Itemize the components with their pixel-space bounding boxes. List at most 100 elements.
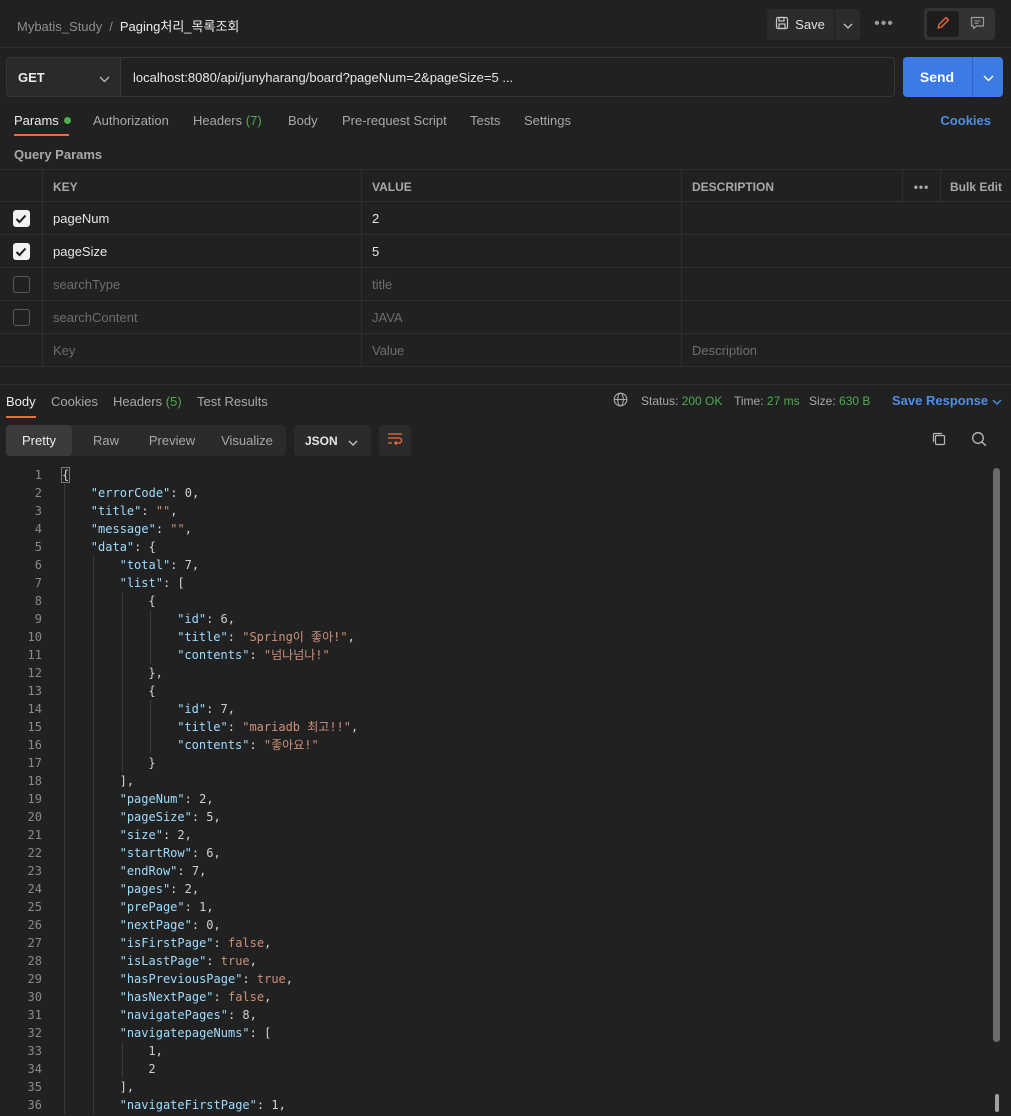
code-line: 36 "navigateFirstPage": 1, [0, 1096, 990, 1114]
tab-pre-request-script[interactable]: Pre-request Script [342, 113, 447, 128]
breadcrumb-separator: / [109, 19, 113, 34]
code-text: "total": 7, [119, 558, 200, 572]
code-text: "pages": 2, [119, 882, 200, 896]
param-description[interactable] [681, 235, 902, 268]
column-options-button[interactable]: ••• [902, 170, 940, 203]
send-options-button[interactable] [972, 57, 1003, 97]
view-visualize-button[interactable]: Visualize [208, 425, 286, 456]
status-value: 200 OK [681, 394, 723, 408]
more-actions-button[interactable]: ••• [872, 12, 896, 36]
response-body-viewer[interactable]: 1{2 "errorCode": 0, 3 "title": "", 4 "message… [0, 466, 990, 1116]
search-button[interactable] [969, 430, 989, 450]
new-key-input[interactable]: Key [42, 334, 362, 367]
line-number: 27 [27, 936, 42, 950]
param-key[interactable]: pageSize [42, 235, 362, 268]
code-line: 9 "id": 6, [0, 610, 990, 628]
code-text: "prePage": 1, [119, 900, 214, 914]
row-checkbox-cell [0, 301, 42, 334]
line-number: 35 [27, 1080, 42, 1094]
view-raw-button[interactable]: Raw [76, 425, 136, 456]
param-value[interactable]: 2 [361, 202, 681, 235]
response-time[interactable]: Time: 27 ms [734, 394, 800, 408]
cookies-link[interactable]: Cookies [940, 113, 991, 128]
code-text: }, [148, 666, 163, 680]
edit-mode-button[interactable] [927, 11, 959, 37]
tab-response-body[interactable]: Body [6, 394, 36, 409]
wrap-lines-button[interactable] [379, 425, 411, 456]
param-description[interactable] [681, 268, 902, 301]
bulk-edit-button[interactable]: Bulk Edit [940, 170, 1011, 203]
indent-guide [64, 484, 65, 1114]
line-number: 24 [27, 882, 42, 896]
param-key[interactable]: searchContent [42, 301, 362, 334]
save-icon [775, 16, 789, 33]
pane-divider[interactable] [0, 384, 1011, 385]
row-checkbox-cell [0, 268, 42, 301]
active-tab-indicator [14, 134, 69, 136]
save-button[interactable]: Save [767, 9, 833, 40]
line-number: 5 [34, 540, 42, 554]
tab-body[interactable]: Body [288, 113, 318, 128]
param-checkbox[interactable] [12, 210, 30, 227]
breadcrumb-request[interactable]: Paging처리_목록조회 [120, 19, 239, 34]
code-line: 12}, [0, 664, 990, 682]
tab-response-cookies[interactable]: Cookies [51, 394, 98, 409]
scrollbar-thumb[interactable] [993, 468, 1000, 1042]
param-key[interactable]: pageNum [42, 202, 362, 235]
code-line: 27 "isFirstPage": false, [0, 934, 990, 952]
search-icon [971, 431, 987, 450]
code-text: "pageSize": 5, [119, 810, 221, 824]
header-checkbox-cell [0, 170, 42, 203]
format-label: JSON [305, 433, 338, 448]
top-bar: Mybatis_Study / Paging처리_목록조회 Save ••• [0, 0, 1011, 48]
method-select[interactable]: GET [6, 57, 121, 97]
format-select[interactable]: JSON [294, 425, 371, 456]
row-checkbox-cell [0, 334, 42, 367]
tab-settings[interactable]: Settings [524, 113, 571, 128]
view-preview-button[interactable]: Preview [138, 425, 206, 456]
breadcrumb: Mybatis_Study / Paging처리_목록조회 [17, 16, 239, 35]
response-size[interactable]: Size: 630 B [809, 394, 870, 408]
copy-button[interactable] [929, 430, 949, 450]
tab-params[interactable]: Params [14, 113, 71, 128]
code-line: 15 "title": "mariadb 최고!!", [0, 718, 990, 736]
send-button[interactable]: Send [903, 57, 971, 97]
param-checkbox[interactable] [12, 276, 30, 293]
tab-authorization[interactable]: Authorization [93, 113, 169, 128]
chevron-down-icon [983, 70, 994, 85]
response-status[interactable]: Status: 200 OK [641, 394, 722, 408]
param-description[interactable] [681, 202, 902, 235]
code-line: 6 "total": 7, [0, 556, 990, 574]
param-key[interactable]: searchType [42, 268, 362, 301]
tab-headers-count: (7) [245, 113, 262, 128]
param-value[interactable]: JAVA [361, 301, 681, 334]
line-number: 20 [27, 810, 42, 824]
code-text: "contents": "좋아요!" [177, 738, 319, 752]
save-response-button[interactable]: Save Response [892, 393, 1002, 408]
url-input[interactable]: localhost:8080/api/junyharang/board?page… [121, 57, 895, 97]
code-text: "size": 2, [119, 828, 192, 842]
code-text: "data": { [90, 540, 156, 554]
save-options-button[interactable] [834, 9, 860, 40]
code-text: "title": "mariadb 최고!!", [177, 720, 359, 734]
tab-headers[interactable]: Headers (7) [193, 113, 262, 128]
tab-params-label: Params [14, 113, 59, 128]
param-value[interactable]: 5 [361, 235, 681, 268]
new-description-input[interactable]: Description [681, 334, 902, 367]
response-view-modes: Pretty Raw Preview Visualize [6, 425, 286, 456]
tab-test-results[interactable]: Test Results [197, 394, 268, 409]
param-description[interactable] [681, 301, 902, 334]
param-checkbox[interactable] [12, 243, 30, 260]
new-value-input[interactable]: Value [361, 334, 681, 367]
code-text: "id": 7, [177, 702, 236, 716]
breadcrumb-collection[interactable]: Mybatis_Study [17, 19, 102, 34]
comment-icon [970, 16, 985, 33]
tab-response-headers[interactable]: Headers (5) [113, 394, 182, 409]
tab-response-headers-label: Headers [113, 394, 163, 409]
tab-tests[interactable]: Tests [470, 113, 500, 128]
globe-icon[interactable] [613, 392, 628, 410]
param-checkbox[interactable] [12, 309, 30, 326]
comment-mode-button[interactable] [961, 11, 993, 37]
param-value[interactable]: title [361, 268, 681, 301]
view-pretty-button[interactable]: Pretty [6, 425, 72, 456]
